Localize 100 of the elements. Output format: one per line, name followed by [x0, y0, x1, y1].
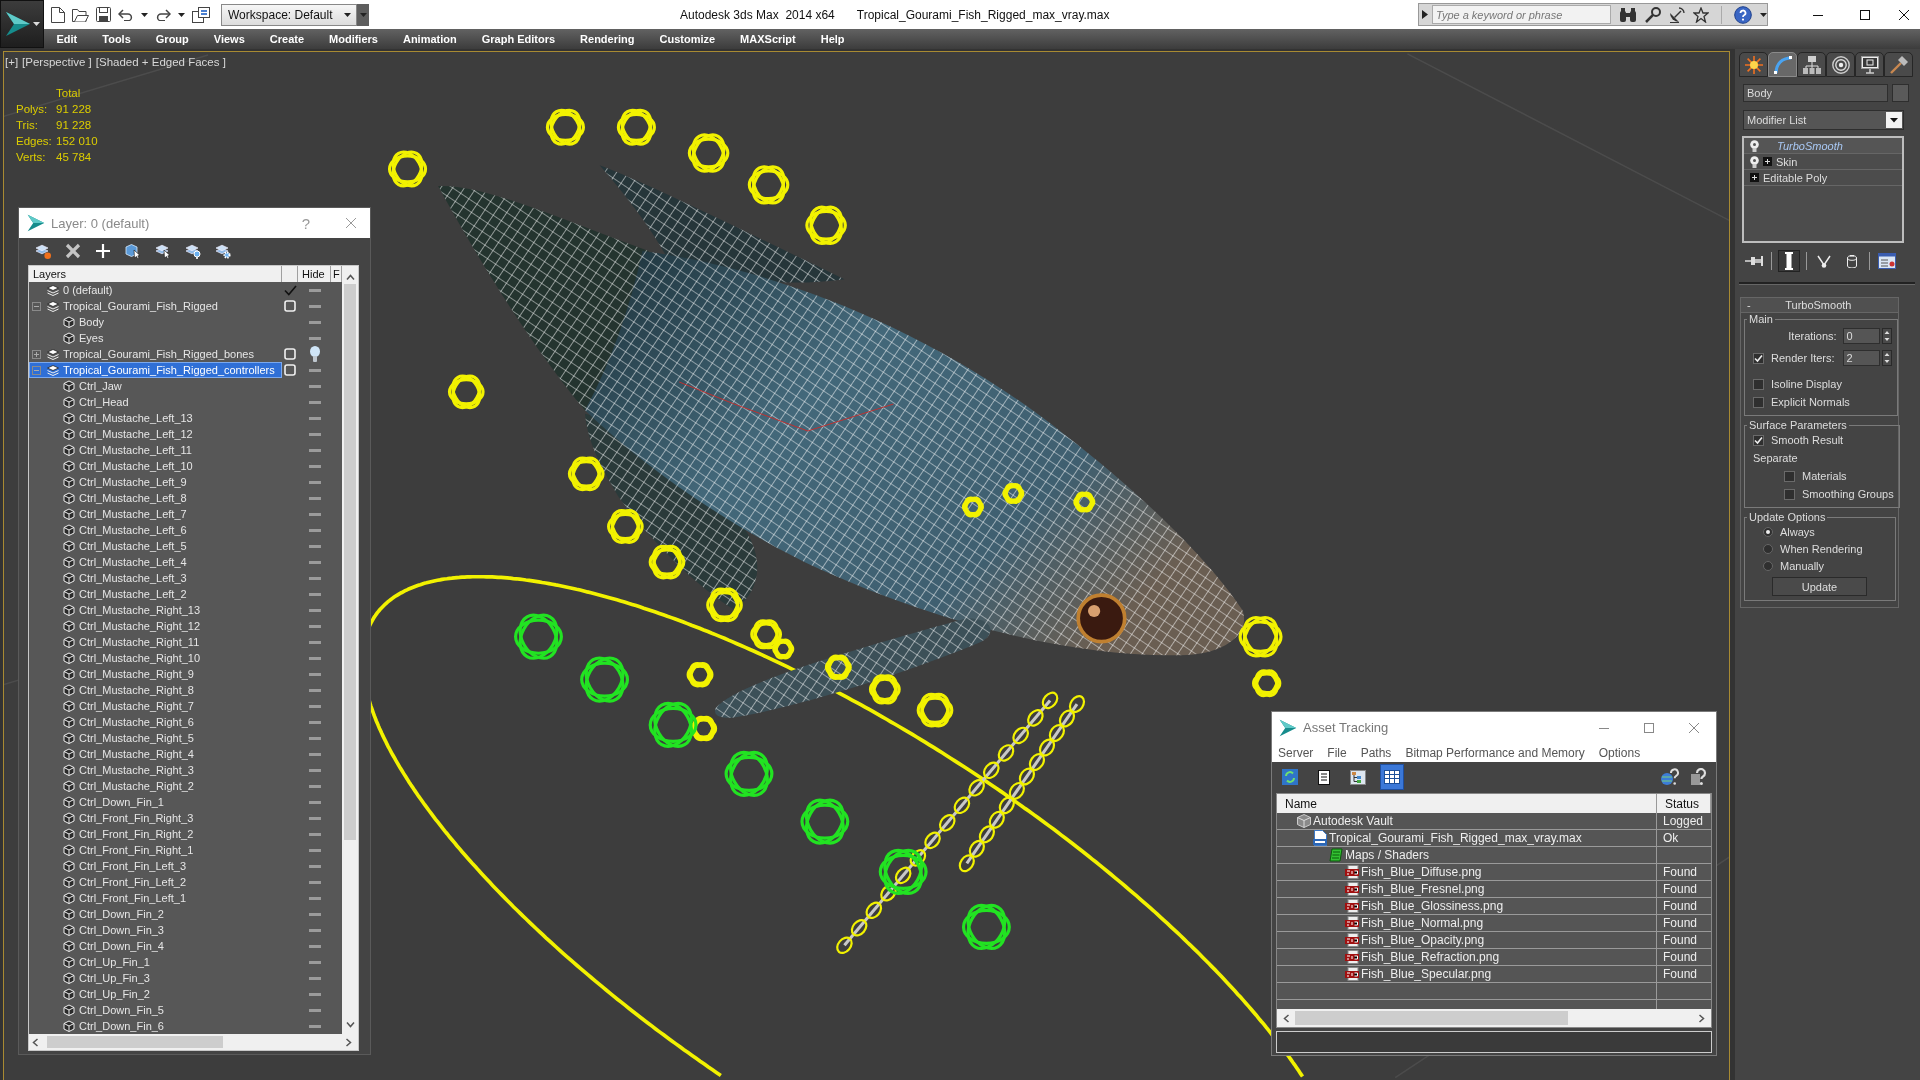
menu-item[interactable]: Animation — [390, 33, 470, 45]
chevron-right-icon[interactable] — [346, 1037, 352, 1047]
radio-button[interactable] — [1763, 526, 1773, 537]
layer-tree-item[interactable]: Ctrl_Mustache_Right_3 — [29, 762, 282, 778]
dash-icon[interactable] — [308, 448, 321, 452]
layer-tree-item[interactable]: Tropical_Gourami_Fish_Rigged_controllers — [29, 362, 282, 378]
asset-tree-item[interactable]: Fish_Blue_Diffuse.png — [1277, 864, 1657, 880]
help-icon[interactable] — [1734, 5, 1752, 24]
vertical-scrollbar[interactable] — [342, 266, 358, 1034]
layer-tree-item[interactable]: 0 (default) — [29, 282, 282, 298]
save-icon[interactable] — [96, 7, 111, 22]
modifier-stack-item[interactable]: Editable Poly — [1744, 170, 1902, 186]
dash-icon[interactable] — [308, 480, 321, 484]
layer-tree-item[interactable]: Ctrl_Front_Fin_Right_3 — [29, 810, 282, 826]
menu-item[interactable]: Edit — [44, 33, 90, 45]
layer-tree-item[interactable]: Body — [29, 314, 282, 330]
dash-icon[interactable] — [308, 384, 321, 388]
menu-item[interactable]: Graph Editors — [469, 33, 568, 45]
layer-tree-item[interactable]: Ctrl_Down_Fin_1 — [29, 794, 282, 810]
layers-cursor-icon[interactable] — [155, 243, 171, 259]
layer-tree-item[interactable]: Ctrl_Front_Fin_Left_1 — [29, 890, 282, 906]
chevron-right-icon[interactable] — [1699, 1013, 1705, 1023]
menu-item[interactable]: Customize — [647, 33, 728, 45]
asset-tree-item[interactable]: Fish_Blue_Normal.png — [1277, 915, 1657, 931]
layer-tree-item[interactable]: Ctrl_Mustache_Left_9 — [29, 474, 282, 490]
menu-item[interactable]: Views — [201, 33, 258, 45]
menu-item[interactable]: Tools — [89, 33, 144, 45]
spinner-field[interactable]: 0 — [1842, 328, 1880, 344]
dash-icon[interactable] — [308, 416, 321, 420]
viewport-label[interactable]: [+] — [5, 56, 19, 68]
chevron-left-icon[interactable] — [32, 1037, 38, 1047]
dash-icon[interactable] — [308, 784, 321, 788]
layer-tree-item[interactable]: Ctrl_Mustache_Right_5 — [29, 730, 282, 746]
menu-item[interactable]: Group — [143, 33, 202, 45]
dash-icon[interactable] — [308, 944, 321, 948]
layer-tree-item[interactable]: Ctrl_Down_Fin_6 — [29, 1018, 282, 1034]
dash-icon[interactable] — [308, 560, 321, 564]
spinner-field[interactable]: 2 — [1842, 350, 1880, 366]
dash-icon[interactable] — [308, 768, 321, 772]
stack-tool-button[interactable] — [1778, 250, 1800, 272]
dash-icon[interactable] — [308, 752, 321, 756]
layer-tree-item[interactable]: Ctrl_Mustache_Right_6 — [29, 714, 282, 730]
search-field[interactable]: Type a keyword or phrase — [1432, 5, 1612, 24]
checkbox-icon[interactable] — [284, 348, 296, 360]
command-panel-tab[interactable] — [1884, 52, 1913, 77]
menu-item[interactable]: Rendering — [567, 33, 647, 45]
viewport-label[interactable]: [Perspective ] — [22, 56, 92, 68]
layer-tree-item[interactable]: Ctrl_Front_Fin_Left_2 — [29, 874, 282, 890]
dash-icon[interactable] — [308, 432, 321, 436]
toolbar-options-button[interactable] — [357, 3, 369, 26]
checkbox-icon[interactable] — [284, 364, 296, 376]
menu-item[interactable]: Modifiers — [316, 33, 391, 45]
color-swatch-icon[interactable] — [1892, 84, 1909, 102]
layer-tree-item[interactable]: Ctrl_Mustache_Right_13 — [29, 602, 282, 618]
checkbox[interactable] — [1753, 396, 1764, 408]
caret-icon[interactable] — [141, 12, 148, 17]
layer-tree-item[interactable]: Ctrl_Mustache_Left_3 — [29, 570, 282, 586]
scrollbar-thumb[interactable] — [1295, 1011, 1568, 1025]
checkbox-icon[interactable] — [284, 300, 296, 312]
layer-tree-item[interactable]: Tropical_Gourami_Fish_Rigged — [29, 298, 282, 314]
layer-tree-item[interactable]: Ctrl_Mustache_Left_11 — [29, 442, 282, 458]
menu-item[interactable]: MAXScript — [727, 33, 809, 45]
asset-tree-item[interactable]: Autodesk Vault — [1277, 813, 1657, 829]
chevron-up-icon[interactable] — [345, 274, 355, 280]
layer-tree-item[interactable]: Ctrl_Mustache_Right_4 — [29, 746, 282, 762]
layers-gear-icon[interactable] — [215, 243, 231, 259]
layer-tree-item[interactable]: Ctrl_Mustache_Right_12 — [29, 618, 282, 634]
layer-tree-item[interactable]: Ctrl_Down_Fin_3 — [29, 922, 282, 938]
asset-tree-item[interactable]: Fish_Blue_Specular.png — [1277, 966, 1657, 982]
checkbox[interactable] — [1784, 488, 1795, 500]
layer-tree-item[interactable]: Ctrl_Up_Fin_1 — [29, 954, 282, 970]
radio-button[interactable] — [1763, 560, 1773, 571]
asset-tree-item[interactable]: Fish_Blue_Fresnel.png — [1277, 881, 1657, 897]
cube-cursor-icon[interactable] — [125, 243, 141, 259]
checkbox[interactable] — [1784, 470, 1795, 482]
layer-tree-item[interactable]: Ctrl_Mustache_Right_7 — [29, 698, 282, 714]
expand-icon[interactable] — [1750, 173, 1759, 182]
chevron-down-icon[interactable] — [345, 1022, 355, 1028]
layer-tree-item[interactable]: Ctrl_Mustache_Right_2 — [29, 778, 282, 794]
command-panel-tab[interactable] — [1826, 52, 1855, 77]
modifier-list-dropdown[interactable]: Modifier List — [1743, 110, 1904, 130]
caret-icon[interactable] — [178, 12, 185, 17]
horizontal-scrollbar[interactable] — [29, 1034, 358, 1050]
layer-tree-item[interactable]: Ctrl_Mustache_Right_11 — [29, 634, 282, 650]
menu-item[interactable]: Bitmap Performance and Memory — [1405, 745, 1585, 760]
dash-icon[interactable] — [308, 864, 321, 868]
layer-tree-item[interactable]: Ctrl_Mustache_Left_6 — [29, 522, 282, 538]
dash-icon[interactable] — [308, 624, 321, 628]
light-bulb-icon[interactable] — [1750, 139, 1759, 152]
dash-icon[interactable] — [308, 608, 321, 612]
dash-icon[interactable] — [308, 640, 321, 644]
workspace-dropdown[interactable]: Workspace: Default — [221, 3, 357, 26]
satellite-dish-icon[interactable] — [1669, 6, 1686, 23]
dash-icon[interactable] — [308, 304, 321, 308]
command-panel-tab[interactable] — [1797, 52, 1826, 77]
checkbox[interactable] — [1753, 434, 1764, 446]
layer-tree-item[interactable]: Ctrl_Down_Fin_4 — [29, 938, 282, 954]
dash-icon[interactable] — [308, 880, 321, 884]
open-folder-icon[interactable] — [72, 7, 89, 22]
dash-icon[interactable] — [308, 992, 321, 996]
